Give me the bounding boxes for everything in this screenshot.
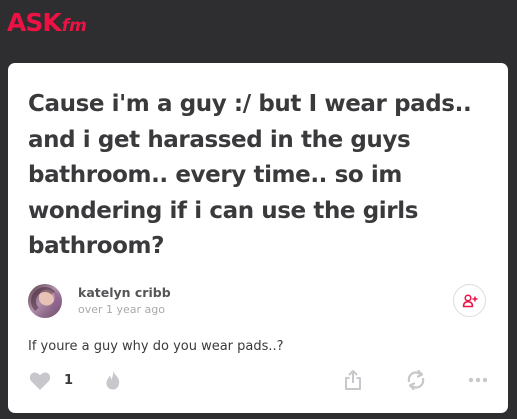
share-button[interactable] (342, 368, 364, 392)
answer-text: If youre a guy why do you wear pads..? (28, 339, 284, 354)
repost-button[interactable] (404, 368, 428, 392)
logo-fm-text: fm (61, 16, 87, 36)
like-count: 1 (64, 373, 74, 388)
more-options-button[interactable] (466, 371, 490, 389)
top-bar: ASK fm (0, 0, 517, 54)
follow-user-button[interactable] (453, 284, 486, 317)
answer-timestamp[interactable]: over 1 year ago (78, 303, 165, 316)
author-name[interactable]: katelyn cribb (78, 285, 171, 300)
share-icon (345, 370, 361, 390)
heart-icon (29, 372, 51, 390)
more-dots-icon (468, 377, 488, 383)
like-button[interactable] (28, 369, 52, 393)
add-user-icon (462, 293, 477, 307)
logo-ask-text: ASK (7, 8, 62, 37)
askfm-logo[interactable]: ASK fm (7, 8, 87, 38)
fire-button[interactable] (101, 368, 125, 392)
question-text: Cause i'm a guy :/ but I wear pads.. and… (28, 91, 472, 259)
repost-icon (407, 369, 425, 391)
avatar[interactable] (28, 284, 62, 318)
fire-icon (106, 370, 120, 390)
question-card: Cause i'm a guy :/ but I wear pads.. and… (8, 63, 508, 413)
avatar-hair-shape (31, 287, 59, 315)
